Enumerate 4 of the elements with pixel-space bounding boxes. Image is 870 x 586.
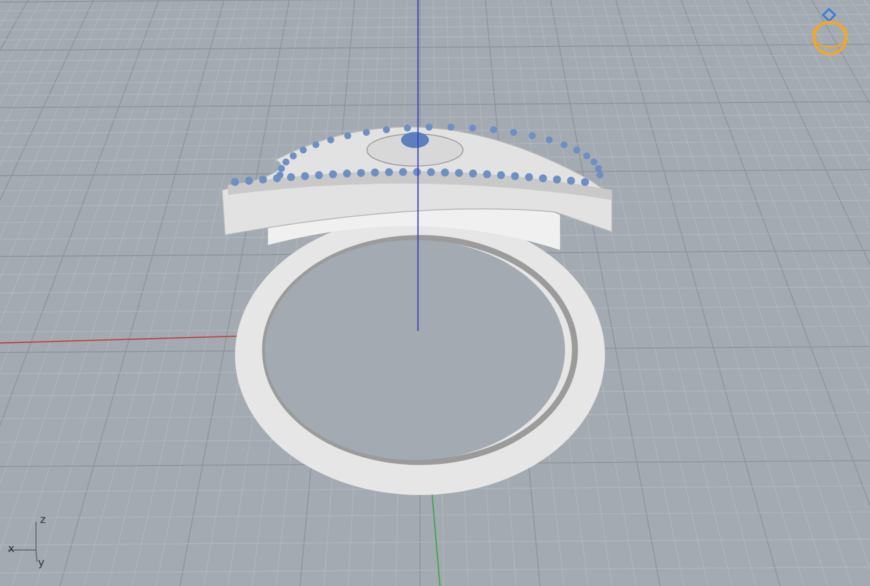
ring-logo-icon — [812, 8, 848, 56]
axis-label: z — [40, 514, 46, 525]
axis-gizmo-icon — [8, 522, 38, 562]
axis-label: y — [38, 557, 45, 568]
